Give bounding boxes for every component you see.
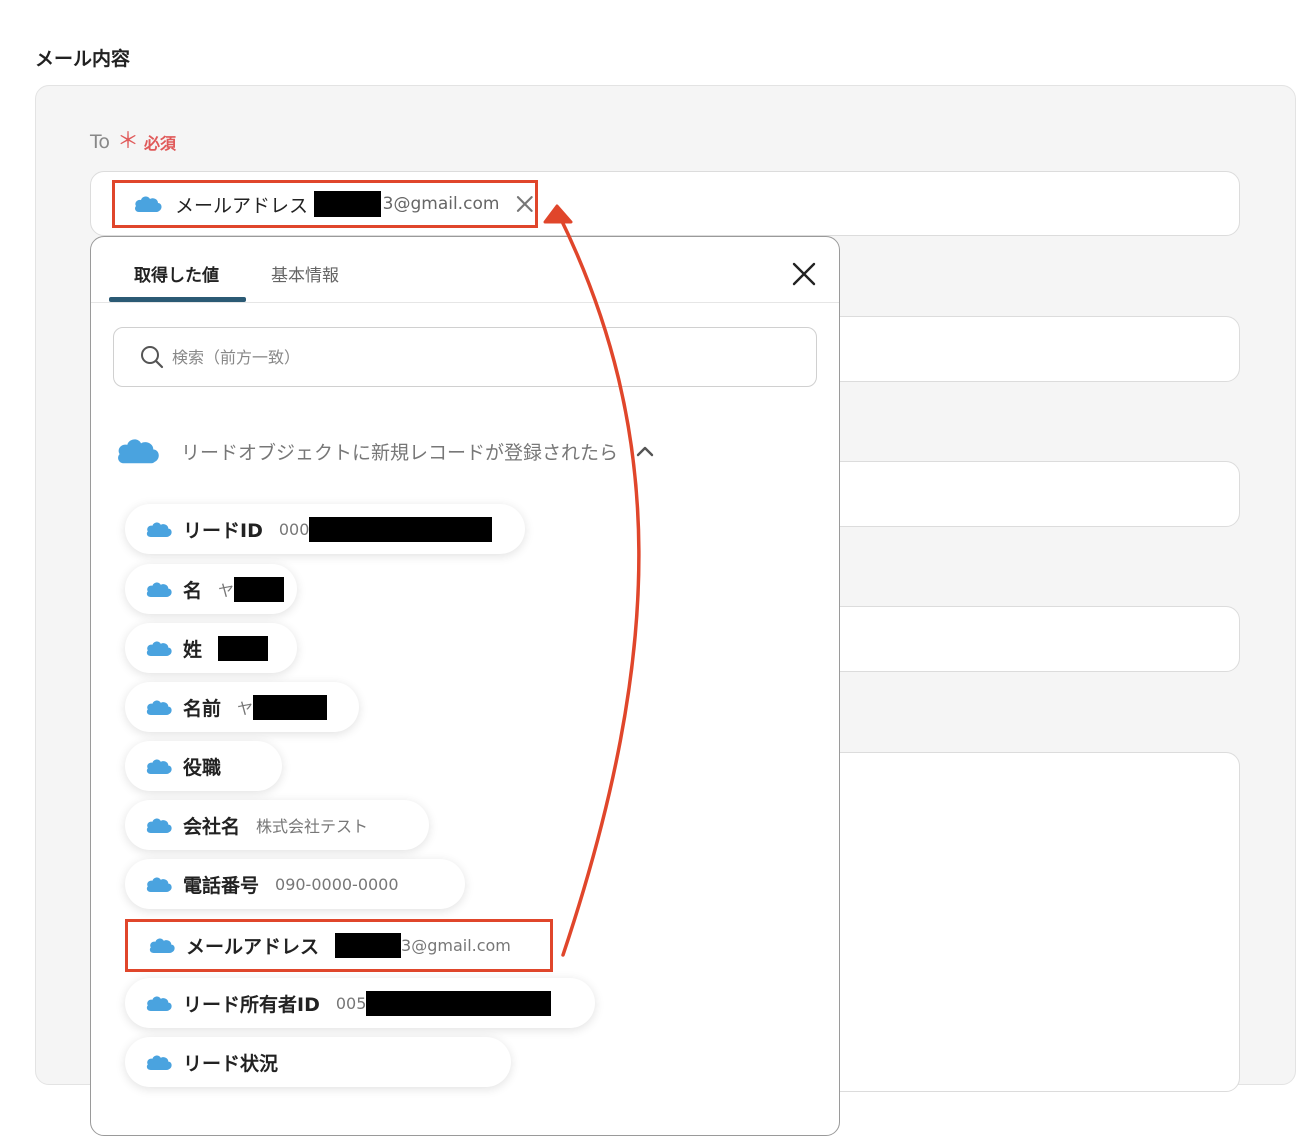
salesforce-cloud-icon (146, 581, 172, 597)
item-value (218, 635, 269, 661)
item-value: 000 (278, 516, 493, 542)
salesforce-cloud-icon (146, 699, 172, 715)
list-item-lead-id[interactable]: リードID 000 (125, 504, 525, 554)
item-value: ヤ (237, 694, 328, 720)
item-label: リード状況 (183, 1052, 279, 1075)
search-box[interactable] (113, 327, 817, 387)
required-text: 必須 (144, 134, 177, 153)
item-label: 会社名 (183, 815, 241, 838)
list-item-lead-status[interactable]: リード状況 (125, 1037, 511, 1087)
list-item-first-name[interactable]: 名 ヤ (125, 564, 297, 614)
item-label: リード所有者ID (183, 993, 320, 1016)
list-item-full-name[interactable]: 名前 ヤ (125, 682, 359, 732)
item-value-text: 000 (278, 519, 310, 539)
list-item-last-name[interactable]: 姓 (125, 623, 297, 673)
redacted-block (218, 635, 269, 661)
salesforce-cloud-icon (146, 817, 172, 833)
redacted-block (314, 191, 381, 217)
list-item-title[interactable]: 役職 (125, 741, 282, 791)
to-label: To ＊ 必須 (90, 130, 176, 154)
section-title: メール内容 (35, 48, 131, 70)
salesforce-cloud-icon (146, 521, 172, 537)
salesforce-cloud-icon (146, 1054, 172, 1070)
tab-divider (91, 302, 839, 303)
redacted-block (366, 990, 552, 1016)
item-label: メールアドレス (186, 936, 320, 958)
salesforce-cloud-icon (146, 640, 172, 656)
tab-acquired-values[interactable]: 取得した値 (134, 261, 219, 286)
item-label: リードID (183, 519, 263, 542)
item-value: 株式会社テスト (256, 817, 369, 836)
salesforce-cloud-icon (118, 439, 159, 464)
item-value: 090-0000-0000 (275, 874, 399, 894)
required-mark: ＊ (117, 129, 140, 154)
salesforce-cloud-icon (149, 938, 175, 953)
chevron-up-icon[interactable] (636, 445, 654, 457)
item-value-text: ヤ (237, 699, 254, 718)
to-label-text: To (90, 131, 111, 153)
group-title: リードオブジェクトに新規レコードが登録されたら (181, 441, 619, 464)
close-icon[interactable] (791, 261, 817, 287)
item-value: 3@gmail.com (335, 933, 511, 958)
item-value-text: ヤ (218, 581, 235, 600)
item-value-text: 005 (335, 993, 367, 1013)
salesforce-cloud-icon (146, 876, 172, 892)
salesforce-cloud-icon (146, 758, 172, 774)
list-item-company[interactable]: 会社名 株式会社テスト (125, 800, 429, 850)
salesforce-cloud-icon (135, 196, 162, 212)
redacted-block (309, 516, 493, 542)
list-item-owner-id[interactable]: リード所有者ID 005 (125, 978, 595, 1028)
value-picker-dropdown: 取得した値 基本情報 リードオブジェクトに新規レコードが登録されたら リードID… (90, 236, 840, 1136)
redacted-block (253, 694, 328, 720)
item-label: 姓 (183, 638, 203, 661)
item-label: 電話番号 (183, 874, 260, 897)
search-input[interactable] (170, 346, 734, 368)
tab-basic-info[interactable]: 基本情報 (271, 261, 339, 286)
item-label: 役職 (183, 756, 222, 779)
close-icon[interactable] (515, 194, 535, 214)
item-value: 005 (335, 990, 552, 1016)
to-chip-email: 3@gmail.com (382, 194, 500, 214)
list-item-phone[interactable]: 電話番号 090-0000-0000 (125, 859, 465, 909)
item-label: 名前 (183, 697, 222, 720)
to-chip-label: メールアドレス (175, 194, 309, 217)
item-value: ヤ (218, 576, 285, 602)
redacted-block (234, 576, 285, 602)
search-icon (141, 346, 164, 369)
tab-bar: 取得した値 基本情報 (91, 237, 839, 303)
to-value-chip[interactable]: メールアドレス 3@gmail.com (112, 180, 538, 228)
redacted-block (335, 933, 402, 958)
list-item-email[interactable]: メールアドレス 3@gmail.com (125, 919, 553, 972)
salesforce-cloud-icon (146, 995, 172, 1011)
group-header[interactable]: リードオブジェクトに新規レコードが登録されたら (115, 435, 654, 467)
item-value-text: 3@gmail.com (401, 936, 511, 955)
item-label: 名 (183, 579, 203, 602)
